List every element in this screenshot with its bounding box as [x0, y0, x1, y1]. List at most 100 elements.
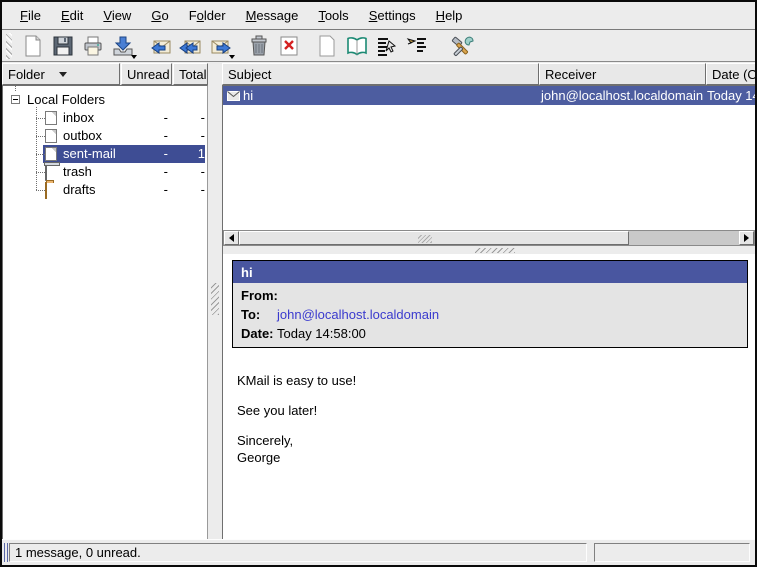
menu-tools[interactable]: Tools	[308, 3, 358, 28]
configure-button[interactable]	[448, 32, 477, 60]
to-label: To:	[233, 305, 277, 324]
message-date: Today 14	[707, 88, 755, 103]
folder-row-inbox[interactable]: inbox - -	[3, 109, 207, 127]
reply-all-icon	[179, 34, 203, 58]
message-preview-pane: hi From: To: john@localhost.localdomain …	[223, 254, 755, 539]
menu-go[interactable]: Go	[141, 3, 178, 28]
reply-all-button[interactable]	[176, 32, 205, 60]
save-as-button[interactable]	[48, 32, 77, 60]
vertical-splitter[interactable]	[208, 85, 222, 539]
dropdown-caret-icon	[131, 55, 137, 59]
message-list: hi john@localhost.localdomain Today 14	[223, 85, 755, 230]
total-count: -	[170, 164, 205, 179]
total-column-label: Total	[179, 67, 206, 82]
horizontal-splitter[interactable]	[223, 246, 755, 254]
total-count: -	[170, 182, 205, 197]
folder-column-header[interactable]: Folder	[2, 63, 120, 85]
folder-label: inbox	[63, 110, 94, 125]
splitter-grip	[475, 248, 515, 253]
date-label: Date:	[233, 324, 277, 343]
tree-guide-line	[36, 136, 45, 137]
statusbar-grip	[4, 543, 8, 562]
select-messages-button[interactable]	[372, 32, 401, 60]
menu-edit[interactable]: Edit	[51, 3, 93, 28]
tree-guide-line	[36, 154, 45, 155]
tree-guide-line	[36, 118, 45, 119]
forward-button[interactable]	[206, 32, 235, 60]
date-column-header[interactable]: Date (O	[706, 63, 755, 85]
date-column-label: Date (O	[712, 67, 755, 82]
splitter-grip	[211, 283, 219, 315]
to-address-link[interactable]: john@localhost.localdomain	[277, 305, 439, 324]
folder-label: Local Folders	[27, 92, 105, 107]
print-button[interactable]	[78, 32, 107, 60]
main-toolbar	[2, 31, 755, 62]
toolbar-drag-handle[interactable]	[6, 33, 12, 59]
status-message-field: 1 message, 0 unread.	[9, 543, 587, 562]
scroll-left-button[interactable]	[224, 231, 239, 245]
mail-folder-icon	[45, 129, 57, 143]
date-value: Today 14:58:00	[277, 324, 366, 343]
receiver-column-label: Receiver	[545, 67, 596, 82]
folder-row-sent-mail[interactable]: sent-mail - 1	[3, 145, 207, 163]
reply-button[interactable]	[146, 32, 175, 60]
total-count: 1	[170, 146, 205, 161]
unread-column-header[interactable]: Unread	[121, 63, 172, 85]
subject-column-header[interactable]: Subject	[222, 63, 539, 85]
scrollbar-thumb[interactable]	[239, 231, 629, 245]
total-column-header[interactable]: Total	[173, 63, 208, 85]
blank-page-icon	[315, 34, 339, 58]
mail-folder-icon	[45, 111, 57, 125]
kmail-main-window: File Edit View Go Folder Message Tools S…	[0, 0, 757, 567]
folder-label: sent-mail	[63, 146, 116, 161]
folder-tree-panel: Local Folders inbox - - outbox - - sent-…	[2, 85, 208, 539]
sort-arrow-icon	[59, 72, 67, 77]
menu-help[interactable]: Help	[426, 3, 473, 28]
tree-guide-line	[36, 190, 45, 191]
menu-message[interactable]: Message	[236, 3, 309, 28]
from-label: From:	[233, 286, 277, 305]
unread-count: -	[120, 128, 168, 143]
menu-view[interactable]: View	[93, 3, 141, 28]
folder-label: drafts	[63, 182, 96, 197]
drafts-folder-icon	[45, 182, 47, 199]
delete-button[interactable]	[274, 32, 303, 60]
message-subject: hi	[243, 88, 253, 103]
new-page-button[interactable]	[312, 32, 341, 60]
envelope-icon	[227, 91, 240, 101]
folder-row-local-folders[interactable]: Local Folders	[3, 91, 207, 109]
body-line: See you later!	[237, 402, 356, 419]
total-count: -	[170, 128, 205, 143]
scroll-right-button[interactable]	[739, 231, 754, 245]
message-header-box: hi From: To: john@localhost.localdomain …	[232, 260, 748, 348]
left-arrow-icon	[229, 234, 234, 242]
receiver-column-header[interactable]: Receiver	[539, 63, 706, 85]
status-secondary-field	[594, 543, 750, 562]
move-to-trash-button[interactable]	[244, 32, 273, 60]
menu-folder[interactable]: Folder	[179, 3, 236, 28]
horizontal-scrollbar[interactable]	[223, 230, 755, 246]
reply-icon	[149, 34, 173, 58]
address-book-button[interactable]	[342, 32, 371, 60]
collapse-expander-icon[interactable]	[11, 95, 20, 104]
folder-row-outbox[interactable]: outbox - -	[3, 127, 207, 145]
unread-column-label: Unread	[127, 67, 170, 82]
message-headers: From: To: john@localhost.localdomain Dat…	[233, 283, 747, 347]
menu-settings[interactable]: Settings	[359, 3, 426, 28]
new-message-button[interactable]	[18, 32, 47, 60]
folder-column-label: Folder	[8, 67, 45, 82]
address-book-icon	[345, 34, 369, 58]
message-row[interactable]: hi john@localhost.localdomain Today 14	[223, 86, 755, 105]
body-line: George	[237, 449, 356, 466]
check-mail-button[interactable]	[108, 32, 137, 60]
folder-row-trash[interactable]: trash - -	[3, 163, 207, 181]
mark-message-button[interactable]	[402, 32, 431, 60]
folder-row-drafts[interactable]: drafts - -	[3, 181, 207, 199]
right-arrow-icon	[744, 234, 749, 242]
status-bar: 1 message, 0 unread.	[2, 539, 755, 565]
menu-file[interactable]: File	[10, 3, 51, 28]
mark-message-icon	[405, 34, 429, 58]
unread-count: -	[120, 146, 168, 161]
unread-count: -	[120, 182, 168, 197]
message-receiver: john@localhost.localdomain	[540, 88, 707, 103]
